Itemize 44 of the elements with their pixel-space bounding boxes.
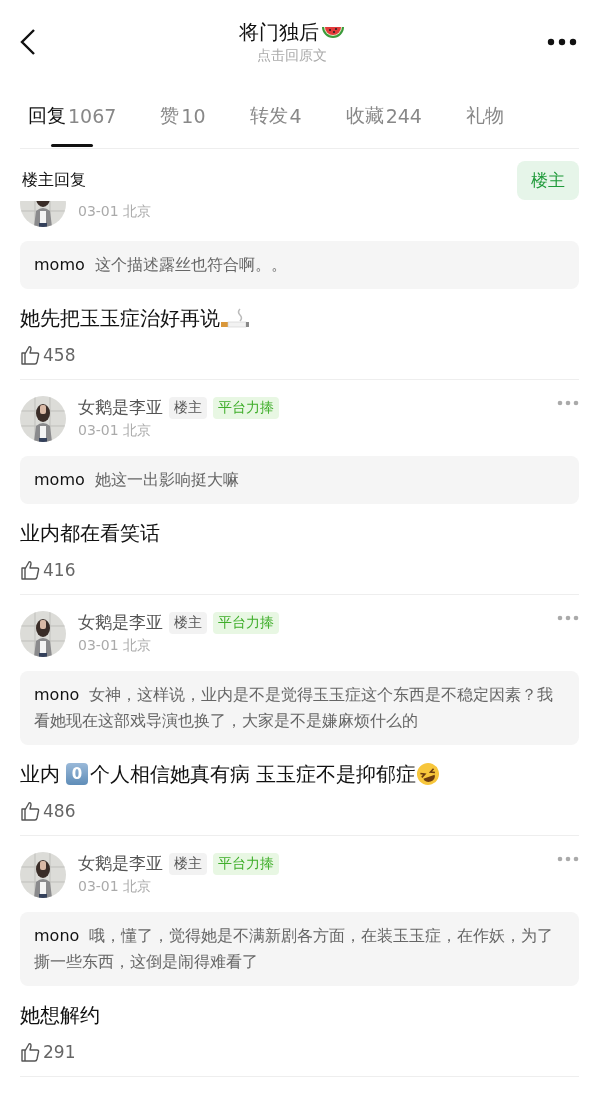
reply-text: 她先把玉玉症治好再说 — [20, 305, 220, 332]
post-date: 03-01 北京 — [78, 422, 153, 440]
promo-tag: 平台力捧 — [213, 852, 279, 875]
thumbs-up-icon[interactable] — [20, 801, 40, 821]
thumbs-up-icon[interactable] — [20, 1042, 40, 1062]
tab[interactable]: 礼物 — [465, 84, 504, 148]
cigarette-icon — [220, 306, 250, 330]
like-count: 291 — [43, 1042, 76, 1062]
quoted-reply: momo 这个描述露丝也符合啊。。 — [20, 241, 579, 289]
tab[interactable]: 赞 10 — [160, 84, 206, 148]
owner-tag: 楼主 — [169, 396, 207, 419]
post-date: 03-01 北京 — [78, 878, 153, 896]
thumbs-up-icon[interactable] — [20, 560, 40, 580]
reply-text: 业内都在看笑话 — [20, 520, 160, 547]
promo-tag: 平台力捧 — [213, 396, 279, 419]
quoted-reply: mono 女神，这样说，业内是不是觉得玉玉症这个东西是不稳定因素？我看她现在这部戏导演也换了，大家是不是嫌麻烦什么的 — [20, 671, 579, 745]
section-title: 楼主回复 — [22, 169, 86, 191]
reply-text: 她想解约 — [20, 1002, 100, 1029]
back-icon[interactable] — [20, 28, 36, 56]
like-count: 486 — [43, 801, 76, 821]
reply-text: 个人相信她真有病 玉玉症不是抑郁症 — [90, 761, 417, 788]
more-icon[interactable] — [547, 38, 577, 46]
author-name[interactable]: 女鹅是李亚 — [78, 611, 163, 634]
post-date: 03-01 北京 — [78, 637, 153, 655]
like-count: 416 — [43, 560, 76, 580]
like-count: 458 — [43, 345, 76, 365]
quoted-reply: momo 她这一出影响挺大嘛 — [20, 456, 579, 504]
post-date: 03-01 北京 — [78, 203, 153, 221]
thumbs-up-icon[interactable] — [20, 345, 40, 365]
laughing-emoji-icon — [416, 762, 441, 786]
owner-tag: 楼主 — [169, 852, 207, 875]
back-to-original-link[interactable]: 点击回原文 — [256, 47, 327, 65]
page-title: 将门独后 — [238, 19, 319, 46]
quoted-reply: mono 哦，懂了，觉得她是不满新剧各方面，在装玉玉症，在作妖，为了撕一些东西，这倒是闹得难看了 — [20, 912, 579, 986]
reply-text: 业内 — [20, 761, 60, 788]
owner-filter-button[interactable]: 楼主 — [517, 160, 579, 200]
tab[interactable]: 转发4 — [249, 84, 302, 148]
tab[interactable]: 收藏 244 — [345, 84, 422, 148]
author-name[interactable]: 女鹅是李亚 — [78, 852, 163, 875]
keycap-emoji: 0 — [66, 763, 88, 785]
author-name[interactable]: 女鹅是李亚 — [78, 396, 163, 419]
owner-tag: 楼主 — [169, 611, 207, 634]
promo-tag: 平台力捧 — [213, 611, 279, 634]
tab[interactable]: 回复 1067 — [28, 84, 117, 148]
